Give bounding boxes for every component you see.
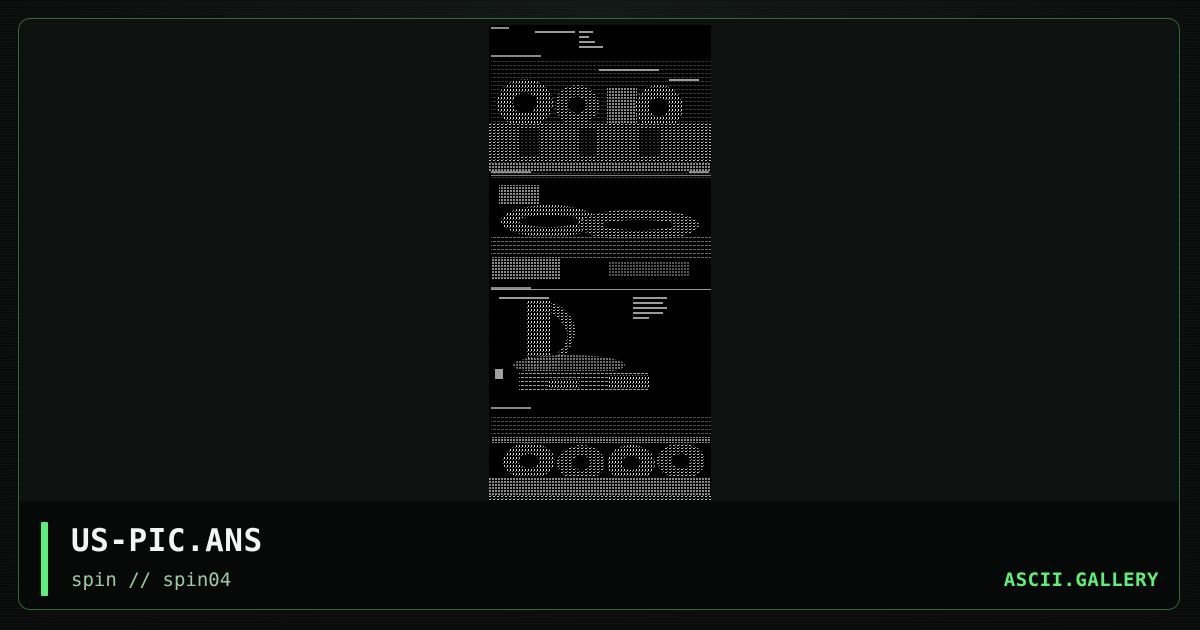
ansi-art-image — [489, 25, 711, 501]
ansi-art-preview[interactable] — [489, 25, 711, 501]
art-card: US-PIC.ANS spin // spin04 ASCII.GALLERY — [18, 18, 1180, 610]
info-footer: US-PIC.ANS spin // spin04 ASCII.GALLERY — [19, 501, 1179, 609]
accent-bar — [41, 522, 48, 596]
artwork-group-pack[interactable]: spin // spin04 — [71, 569, 231, 591]
site-logo-text[interactable]: ASCII.GALLERY — [1004, 569, 1159, 591]
artwork-filename[interactable]: US-PIC.ANS — [71, 523, 263, 559]
